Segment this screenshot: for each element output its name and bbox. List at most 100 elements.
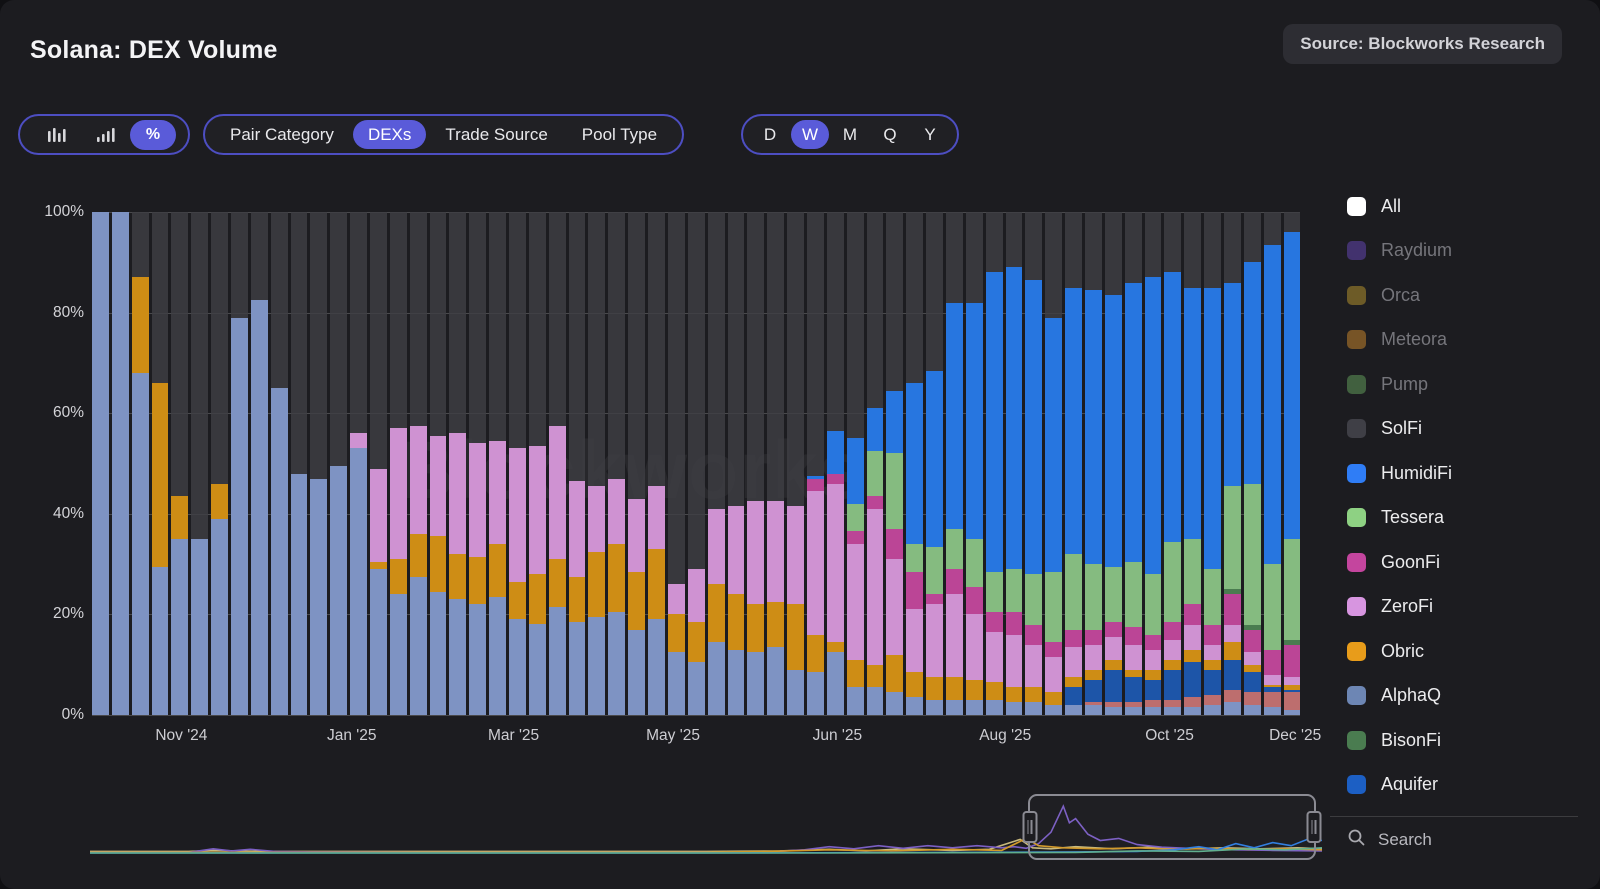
table-bar-week-53[interactable]	[1125, 212, 1142, 715]
table-bar-week-14[interactable]	[350, 212, 367, 715]
legend-item-raydium[interactable]: Raydium	[1347, 229, 1577, 274]
legend-item-orca[interactable]: Orca	[1347, 273, 1577, 318]
percent-icon: %	[146, 126, 160, 144]
table-bar-week-22[interactable]	[509, 212, 526, 715]
table-bar-week-35[interactable]	[767, 212, 784, 715]
table-bar-week-58[interactable]	[1224, 212, 1241, 715]
segment-obric	[946, 677, 963, 700]
legend-item-aquifer[interactable]: Aquifer	[1347, 763, 1577, 808]
table-bar-week-60[interactable]	[1264, 212, 1281, 715]
legend-item-goonfi[interactable]: GoonFi	[1347, 540, 1577, 585]
table-bar-week-25[interactable]	[569, 212, 586, 715]
brush-handle-left[interactable]	[1022, 811, 1037, 843]
table-bar-week-37[interactable]	[807, 212, 824, 715]
navigator-brush-window[interactable]	[1028, 794, 1316, 860]
table-bar-week-2[interactable]	[112, 212, 129, 715]
segment-alphaq	[1145, 707, 1162, 715]
legend-item-solfi[interactable]: SolFi	[1347, 407, 1577, 452]
filter-pill-dexs[interactable]: DEXs	[353, 120, 426, 149]
table-bar-week-39[interactable]	[847, 212, 864, 715]
table-bar-week-46[interactable]	[986, 212, 1003, 715]
range-pill-q[interactable]: Q	[871, 120, 909, 149]
table-bar-week-6[interactable]	[191, 212, 208, 715]
table-bar-week-48[interactable]	[1025, 212, 1042, 715]
segment-obric	[688, 622, 705, 662]
legend-item-meteora[interactable]: Meteora	[1347, 318, 1577, 363]
table-bar-week-12[interactable]	[310, 212, 327, 715]
table-bar-week-32[interactable]	[708, 212, 725, 715]
table-bar-week-20[interactable]	[469, 212, 486, 715]
table-bar-week-52[interactable]	[1105, 212, 1122, 715]
table-bar-week-18[interactable]	[430, 212, 447, 715]
table-bar-week-30[interactable]	[668, 212, 685, 715]
table-bar-week-23[interactable]	[529, 212, 546, 715]
table-bar-week-42[interactable]	[906, 212, 923, 715]
table-bar-week-54[interactable]	[1145, 212, 1162, 715]
segment-aquifer	[1164, 670, 1181, 700]
table-bar-week-40[interactable]	[867, 212, 884, 715]
table-bar-week-38[interactable]	[827, 212, 844, 715]
table-bar-week-57[interactable]	[1204, 212, 1221, 715]
segment-solfi	[211, 212, 228, 484]
table-bar-week-51[interactable]	[1085, 212, 1102, 715]
table-bar-week-59[interactable]	[1244, 212, 1261, 715]
table-bar-week-56[interactable]	[1184, 212, 1201, 715]
filter-pill-pair-category[interactable]: Pair Category	[215, 120, 349, 149]
table-bar-week-33[interactable]	[728, 212, 745, 715]
table-bar-week-47[interactable]	[1006, 212, 1023, 715]
table-bar-week-10[interactable]	[271, 212, 288, 715]
table-bar-week-3[interactable]	[132, 212, 149, 715]
table-bar-week-24[interactable]	[549, 212, 566, 715]
table-bar-week-61[interactable]	[1284, 212, 1301, 715]
legend-item-zerofi[interactable]: ZeroFi	[1347, 585, 1577, 630]
range-pill-w[interactable]: W	[791, 120, 829, 149]
segment-tessera	[1224, 486, 1241, 589]
legend-item-bisonfi[interactable]: BisonFi	[1347, 718, 1577, 763]
table-bar-week-7[interactable]	[211, 212, 228, 715]
legend-item-pump[interactable]: Pump	[1347, 362, 1577, 407]
table-bar-week-41[interactable]	[886, 212, 903, 715]
table-bar-week-11[interactable]	[291, 212, 308, 715]
table-bar-week-5[interactable]	[171, 212, 188, 715]
table-bar-week-21[interactable]	[489, 212, 506, 715]
table-bar-week-31[interactable]	[688, 212, 705, 715]
search-input[interactable]	[1378, 830, 1528, 850]
table-bar-week-29[interactable]	[648, 212, 665, 715]
table-bar-week-26[interactable]	[588, 212, 605, 715]
legend-item-alphaq[interactable]: AlphaQ	[1347, 674, 1577, 719]
filter-pill-trade-source[interactable]: Trade Source	[430, 120, 562, 149]
range-pill-d[interactable]: D	[751, 120, 789, 149]
table-bar-week-16[interactable]	[390, 212, 407, 715]
table-bar-week-28[interactable]	[628, 212, 645, 715]
table-bar-week-36[interactable]	[787, 212, 804, 715]
legend-item-all[interactable]: All	[1347, 184, 1577, 229]
table-bar-week-17[interactable]	[410, 212, 427, 715]
table-bar-week-19[interactable]	[449, 212, 466, 715]
bar-chart-icon[interactable]	[32, 120, 80, 149]
stacked-bar-chart-icon[interactable]	[81, 120, 129, 149]
segment-obric	[986, 682, 1003, 700]
filter-pill-pool-type[interactable]: Pool Type	[567, 120, 672, 149]
table-bar-week-9[interactable]	[251, 212, 268, 715]
range-pill-m[interactable]: M	[831, 120, 869, 149]
table-bar-week-50[interactable]	[1065, 212, 1082, 715]
table-bar-week-27[interactable]	[608, 212, 625, 715]
chart-navigator[interactable]	[90, 798, 1322, 860]
table-bar-week-44[interactable]	[946, 212, 963, 715]
legend-item-obric[interactable]: Obric	[1347, 629, 1577, 674]
legend-item-tessera[interactable]: Tessera	[1347, 496, 1577, 541]
table-bar-week-45[interactable]	[966, 212, 983, 715]
table-bar-week-55[interactable]	[1164, 212, 1181, 715]
table-bar-week-43[interactable]	[926, 212, 943, 715]
percent-mode-button[interactable]: %	[130, 120, 176, 150]
table-bar-week-1[interactable]	[92, 212, 109, 715]
table-bar-week-4[interactable]	[152, 212, 169, 715]
table-bar-week-49[interactable]	[1045, 212, 1062, 715]
table-bar-week-34[interactable]	[747, 212, 764, 715]
brush-handle-right[interactable]	[1306, 811, 1321, 843]
table-bar-week-8[interactable]	[231, 212, 248, 715]
legend-item-humidifi[interactable]: HumidiFi	[1347, 451, 1577, 496]
range-pill-y[interactable]: Y	[911, 120, 949, 149]
table-bar-week-15[interactable]	[370, 212, 387, 715]
table-bar-week-13[interactable]	[330, 212, 347, 715]
